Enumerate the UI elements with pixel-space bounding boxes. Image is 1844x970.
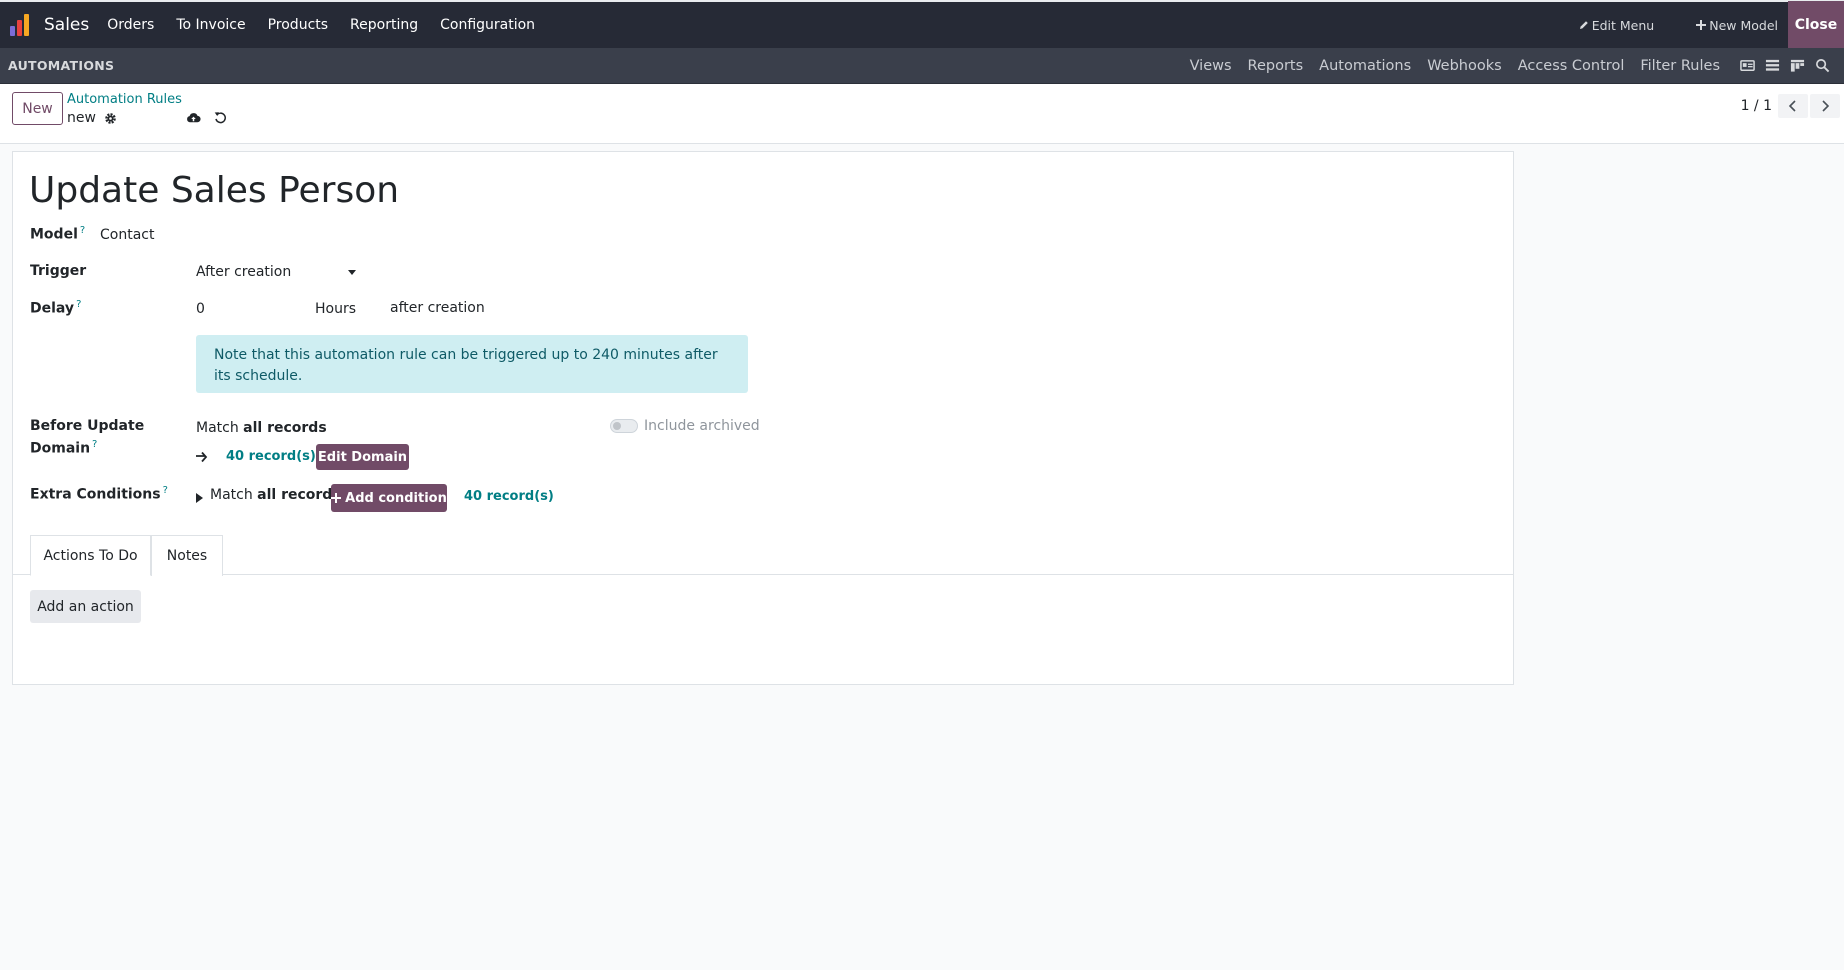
include-archived-label: Include archived	[644, 418, 760, 434]
help-icon[interactable]: ?	[80, 225, 85, 236]
discard-icon[interactable]	[213, 110, 228, 125]
menu-products[interactable]: Products	[268, 17, 328, 33]
rule-name-field[interactable]: Update Sales Person	[29, 170, 399, 211]
extra-conditions-label: Extra Conditions?	[30, 485, 168, 503]
chevron-left-icon	[1788, 100, 1796, 112]
subnav-tab-filter-rules[interactable]: Filter Rules	[1640, 58, 1720, 74]
help-icon[interactable]: ?	[76, 299, 81, 310]
menu-reporting[interactable]: Reporting	[350, 17, 418, 33]
chevron-right-icon	[1822, 100, 1830, 112]
record-name-row: new	[67, 110, 117, 126]
plus-icon	[1696, 20, 1707, 30]
pager-previous-button[interactable]	[1778, 94, 1808, 118]
before-update-label-line2: Domain?	[30, 439, 98, 457]
record-name: new	[67, 110, 96, 126]
breadcrumb-automation-rules[interactable]: Automation Rules	[67, 92, 182, 107]
trigger-value: After creation	[196, 264, 292, 280]
save-cloud-icon[interactable]	[186, 110, 201, 125]
extra-records-link[interactable]: 40 record(s)	[464, 489, 554, 504]
subnav-title: AUTOMATIONS	[8, 58, 115, 73]
delay-suffix: after creation	[390, 300, 485, 316]
edit-menu-label: Edit Menu	[1591, 17, 1655, 33]
help-icon[interactable]: ?	[92, 439, 97, 450]
add-action-button[interactable]: Add an action	[30, 590, 141, 623]
model-label: Model?	[30, 225, 86, 243]
delay-note-alert: Note that this automation rule can be tr…	[196, 335, 748, 393]
delay-label: Delay?	[30, 299, 82, 317]
menu-configuration[interactable]: Configuration	[440, 17, 535, 33]
search-icon[interactable]	[1815, 58, 1830, 73]
caret-right-icon[interactable]	[196, 493, 203, 503]
delay-input[interactable]: 0	[196, 301, 205, 317]
subnav-tab-views[interactable]: Views	[1190, 58, 1232, 74]
list-view-icon[interactable]	[1765, 58, 1780, 73]
app-name[interactable]: Sales	[44, 15, 89, 35]
domain-match-text: Match all records	[196, 420, 327, 436]
pager-next-button[interactable]	[1810, 94, 1840, 118]
subnav-tab-access-control[interactable]: Access Control	[1518, 58, 1625, 74]
trigger-select[interactable]: After creation	[196, 264, 356, 280]
edit-menu-link[interactable]: Edit Menu	[1579, 17, 1655, 33]
subnav-tab-reports[interactable]: Reports	[1248, 58, 1304, 74]
subnav-tab-automations[interactable]: Automations	[1319, 58, 1411, 74]
include-archived-toggle[interactable]	[610, 419, 638, 433]
add-condition-button[interactable]: Add condition	[331, 484, 447, 512]
close-studio-button[interactable]: Close	[1788, 1, 1844, 49]
control-panel: New Automation Rules new 1 / 1	[0, 84, 1844, 144]
domain-records-link[interactable]: 40 record(s)	[226, 449, 316, 464]
top-navbar: Sales Orders To Invoice Products Reporti…	[0, 0, 1844, 49]
tab-actions-to-do[interactable]: Actions To Do	[30, 535, 151, 576]
menu-orders[interactable]: Orders	[107, 17, 154, 33]
tab-notes[interactable]: Notes	[151, 535, 223, 576]
caret-down-icon	[348, 269, 356, 275]
extra-match-text: Match all records	[210, 487, 341, 503]
pencil-icon	[1579, 21, 1588, 29]
kanban-view-icon[interactable]	[1790, 58, 1805, 73]
menu-to-invoice[interactable]: To Invoice	[176, 17, 245, 33]
edit-domain-button[interactable]: Edit Domain	[316, 444, 409, 470]
gear-icon[interactable]	[104, 112, 117, 125]
studio-subnav: AUTOMATIONS Views Reports Automations We…	[0, 48, 1844, 84]
new-model-label: New Model	[1709, 17, 1778, 33]
arrow-right-icon	[196, 451, 208, 463]
trigger-label: Trigger	[30, 263, 87, 279]
new-button[interactable]: New	[12, 92, 63, 125]
new-model-link[interactable]: New Model	[1696, 18, 1778, 33]
sales-app-icon[interactable]	[10, 14, 34, 36]
help-icon[interactable]: ?	[163, 485, 168, 496]
pager-value[interactable]: 1 / 1	[1741, 98, 1772, 114]
delay-unit-select[interactable]: Hours	[315, 301, 356, 317]
form-sheet: Update Sales Person Model? Contact Trigg…	[12, 151, 1514, 685]
form-view-icon[interactable]	[1740, 58, 1755, 73]
notebook-tabs: Actions To Do Notes	[13, 535, 1513, 576]
subnav-tab-webhooks[interactable]: Webhooks	[1427, 58, 1502, 74]
model-value[interactable]: Contact	[100, 227, 154, 243]
before-update-label: Before Update	[30, 418, 145, 434]
plus-icon	[331, 493, 342, 503]
add-condition-label: Add condition	[345, 490, 447, 506]
